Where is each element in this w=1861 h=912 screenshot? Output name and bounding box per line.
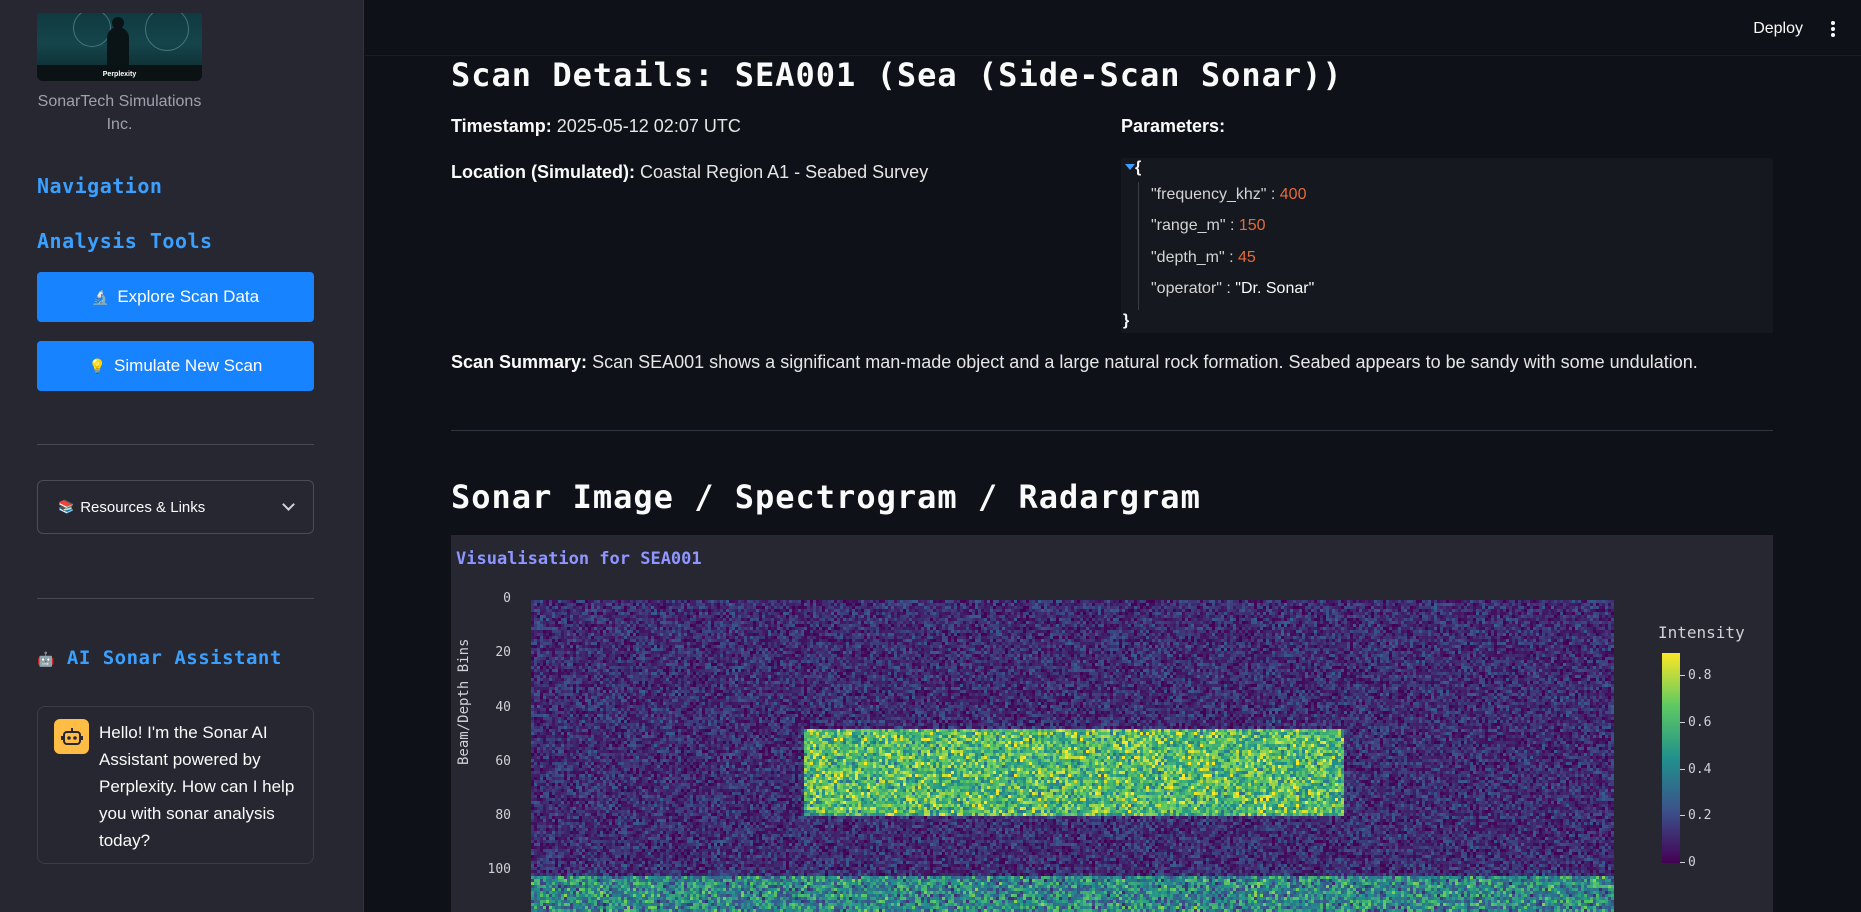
lightbulb-icon: 💡 bbox=[88, 357, 107, 374]
explore-scan-data-label: Explore Scan Data bbox=[117, 287, 260, 306]
collapse-toggle-icon[interactable] bbox=[1125, 164, 1135, 170]
chart-title: Visualisation for SEA001 bbox=[456, 549, 702, 569]
scan-summary-label: Scan Summary: bbox=[451, 352, 588, 372]
timestamp-label: Timestamp: bbox=[451, 116, 552, 136]
deploy-button[interactable]: Deploy bbox=[1753, 20, 1803, 38]
ai-assistant-title: AI Sonar Assistant bbox=[66, 647, 282, 669]
scan-details-title: Scan Details: SEA001 (Sea (Side-Scan Son… bbox=[451, 56, 1343, 94]
json-value: "Dr. Sonar" bbox=[1235, 280, 1315, 297]
scan-summary-value: Scan SEA001 shows a significant man-made… bbox=[592, 352, 1698, 372]
bot-avatar-icon bbox=[54, 719, 89, 754]
logo-text: Perplexity bbox=[102, 71, 137, 78]
json-key: "frequency_khz" bbox=[1151, 186, 1267, 203]
main-content: Scan Details: SEA001 (Sea (Side-Scan Son… bbox=[451, 56, 1773, 912]
timestamp-field: Timestamp: 2025-05-12 02:07 UTC bbox=[451, 116, 741, 137]
scan-summary-field: Scan Summary: Scan SEA001 shows a signif… bbox=[451, 352, 1773, 373]
explore-scan-data-button[interactable]: 🔬 Explore Scan Data bbox=[37, 272, 314, 322]
json-value: 45 bbox=[1237, 249, 1256, 266]
json-close-brace: } bbox=[1123, 312, 1130, 329]
json-value: 400 bbox=[1279, 186, 1307, 203]
location-field: Location (Simulated): Coastal Region A1 … bbox=[451, 162, 928, 183]
assistant-message-text: Hello! I'm the Sonar AI Assistant powere… bbox=[99, 723, 295, 850]
timestamp-value: 2025-05-12 02:07 UTC bbox=[556, 116, 741, 136]
books-icon: 📚 bbox=[58, 499, 75, 514]
analysis-tools-heading: Analysis Tools bbox=[37, 229, 213, 253]
simulate-new-scan-label: Simulate New Scan bbox=[114, 356, 263, 375]
json-key: "operator" bbox=[1151, 280, 1222, 297]
operator-silhouette bbox=[107, 17, 129, 67]
sidebar-divider bbox=[37, 598, 314, 599]
parameters-json-viewer[interactable]: { "frequency_khz" : 400 "range_m" : 150 … bbox=[1121, 158, 1773, 333]
json-value: 150 bbox=[1238, 217, 1266, 234]
colorbar-tick-label: 0.6 bbox=[1679, 715, 1712, 730]
main-menu-icon[interactable] bbox=[1831, 21, 1835, 37]
y-tick-label: 20 bbox=[495, 645, 511, 661]
y-tick-label: 80 bbox=[495, 808, 511, 824]
app-header: Deploy bbox=[365, 0, 1861, 56]
json-key: "range_m" bbox=[1151, 217, 1226, 234]
resources-expander[interactable]: 📚 Resources & Links bbox=[37, 480, 314, 534]
company-name: SonarTech Simulations Inc. bbox=[37, 93, 202, 133]
section-divider bbox=[451, 430, 1773, 431]
json-row-frequency: "frequency_khz" : 400 bbox=[1151, 186, 1307, 203]
chevron-down-icon bbox=[282, 498, 295, 511]
sidebar: Perplexity SonarTech Simulations Inc. Na… bbox=[0, 0, 364, 912]
parameters-label: Parameters: bbox=[1121, 116, 1226, 136]
colorbar-title: Intensity bbox=[1658, 623, 1745, 642]
assistant-chat-message: Hello! I'm the Sonar AI Assistant powere… bbox=[37, 706, 314, 864]
resources-label: Resources & Links bbox=[80, 498, 206, 516]
simulate-new-scan-button[interactable]: 💡 Simulate New Scan bbox=[37, 341, 314, 391]
colorbar-tick-label: 0.2 bbox=[1679, 808, 1712, 824]
json-key: "depth_m" bbox=[1151, 249, 1225, 266]
company-logo: Perplexity bbox=[37, 13, 202, 81]
colorbar-tick-label: 0.4 bbox=[1679, 761, 1712, 777]
y-tick-label: 0 bbox=[503, 591, 511, 606]
colorbar bbox=[1662, 653, 1680, 863]
json-open-brace: { bbox=[1135, 159, 1142, 176]
location-value: Coastal Region A1 - Seabed Survey bbox=[640, 162, 929, 182]
sonar-image-title: Sonar Image / Spectrogram / Radargram bbox=[451, 478, 1201, 516]
sidebar-divider bbox=[37, 444, 314, 445]
colorbar-tick-label: 0 bbox=[1680, 855, 1696, 870]
microscope-icon: 🔬 bbox=[91, 288, 110, 305]
sonar-heatmap-chart[interactable]: Visualisation for SEA001 Beam/Depth Bins… bbox=[451, 535, 1773, 912]
y-tick-label: 100 bbox=[487, 862, 511, 878]
colorbar-tick-label: 0.8 bbox=[1679, 668, 1712, 684]
json-row-depth: "depth_m" : 45 bbox=[1151, 249, 1256, 266]
ai-assistant-heading: 🤖 AI Sonar Assistant bbox=[37, 647, 282, 669]
json-row-operator: "operator" : "Dr. Sonar" bbox=[1151, 280, 1315, 297]
parameters-field: Parameters: bbox=[1121, 116, 1225, 137]
y-tick-label: 60 bbox=[495, 753, 511, 769]
location-label: Location (Simulated): bbox=[451, 162, 635, 182]
navigation-heading: Navigation bbox=[37, 174, 163, 198]
json-row-range: "range_m" : 150 bbox=[1151, 217, 1266, 234]
y-tick-label: 40 bbox=[495, 699, 511, 715]
robot-icon: 🤖 bbox=[37, 652, 55, 668]
heatmap-plot[interactable] bbox=[531, 600, 1614, 912]
